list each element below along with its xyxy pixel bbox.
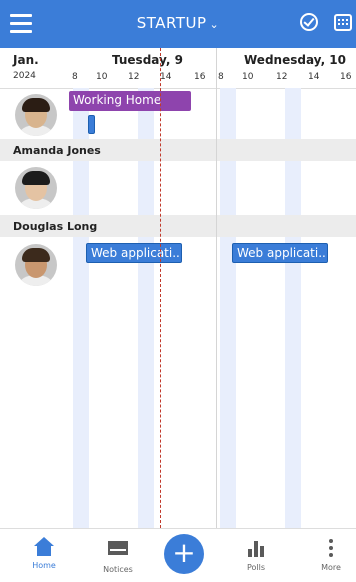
employee-row-header: Douglas Long — [0, 215, 356, 237]
event-working-home[interactable]: Working Home — [69, 91, 191, 111]
check-circle-icon[interactable] — [300, 13, 318, 31]
day-label-tuesday: Tuesday, 9 — [112, 53, 183, 67]
nav-notices[interactable]: Notices — [88, 537, 148, 574]
nav-more[interactable]: More — [301, 537, 356, 572]
add-button[interactable]: + — [164, 534, 204, 574]
hour-tick: 16 — [194, 72, 206, 82]
bar-chart-icon — [246, 539, 266, 557]
hour-tick: 14 — [308, 72, 320, 82]
chevron-down-icon: ⌄ — [209, 18, 220, 31]
event-web-application[interactable]: Web applicati... — [86, 243, 182, 263]
hour-tick: 12 — [276, 72, 288, 82]
timeline-header: Jan. 2024 Tuesday, 9 Wednesday, 10 8 10 … — [0, 48, 356, 89]
year-label: 2024 — [13, 71, 36, 81]
timeline-grid: Working Home Amanda Jones Douglas Long W… — [0, 88, 356, 528]
hour-tick: 14 — [160, 72, 172, 82]
nav-home[interactable]: Home — [14, 537, 74, 570]
event-web-application[interactable]: Web applicati... — [232, 243, 328, 263]
hour-tick: 10 — [242, 72, 254, 82]
hour-tick: 10 — [96, 72, 108, 82]
month-label: Jan. — [13, 53, 39, 67]
calendar-icon[interactable] — [334, 14, 352, 31]
envelope-icon — [108, 541, 128, 555]
event-marker[interactable] — [88, 115, 95, 134]
hour-tick: 8 — [72, 72, 78, 82]
day-label-wednesday: Wednesday, 10 — [244, 53, 347, 67]
day-divider — [216, 48, 217, 528]
hour-tick: 16 — [340, 72, 352, 82]
avatar[interactable] — [15, 94, 57, 136]
hour-tick: 8 — [218, 72, 224, 82]
hour-tick: 12 — [128, 72, 140, 82]
top-bar: STARTUP ⌄ — [0, 0, 356, 48]
avatar[interactable] — [15, 244, 57, 286]
current-time-line — [160, 48, 161, 528]
more-vertical-icon — [329, 539, 333, 557]
employee-row-header: Amanda Jones — [0, 139, 356, 161]
avatar[interactable] — [15, 167, 57, 209]
home-icon — [34, 537, 54, 557]
nav-polls[interactable]: Polls — [226, 537, 286, 572]
